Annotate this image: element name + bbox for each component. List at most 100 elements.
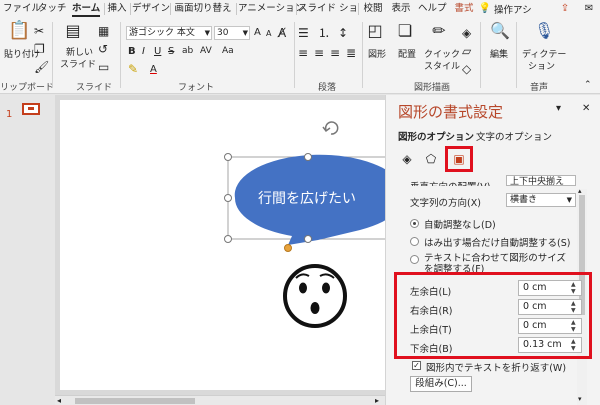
tab-transitions[interactable]: 画面切り替え [172, 2, 234, 16]
callout-text[interactable]: 行間を広げたい [258, 188, 356, 208]
horizontal-scrollbar[interactable]: ◂ ▸ [55, 395, 385, 405]
format-painter-icon[interactable]: 🖌 [34, 60, 49, 74]
size-properties-icon[interactable]: ▣ [450, 151, 468, 167]
vertical-alignment-select[interactable]: 上下中央揃え [506, 175, 576, 186]
shape-effects-icon[interactable]: ◇ [462, 62, 471, 76]
align-center-icon[interactable]: ≡ [314, 46, 324, 60]
arrange-icon[interactable]: ❏ [396, 23, 414, 44]
paragraph-group-label: 段落 [318, 83, 337, 93]
shape-outline-icon[interactable]: ▱ [462, 44, 471, 58]
radio-resize-shape[interactable] [410, 255, 419, 264]
bullets-icon[interactable]: ☰ [298, 26, 309, 40]
line-spacing-icon[interactable]: ↕ [338, 26, 348, 40]
copy-icon[interactable]: ❐ [34, 42, 45, 56]
new-slide-label[interactable]: 新しい [66, 48, 93, 59]
layout-icon[interactable]: ▦ [98, 24, 109, 38]
tab-shape-options[interactable]: 図形のオプション [398, 129, 474, 143]
numbering-icon[interactable]: ⒈ [318, 26, 330, 40]
reset-icon[interactable]: ↺ [98, 42, 108, 56]
dictate-label[interactable]: ディクテー [522, 50, 566, 61]
arrange-button-label[interactable]: 配置 [398, 50, 416, 61]
paste-icon[interactable]: 📋 [8, 22, 30, 46]
quick-styles-label[interactable]: クイック [424, 50, 460, 61]
tab-review[interactable]: 校閲 [362, 2, 384, 16]
tab-format[interactable]: 書式 [452, 2, 476, 16]
tab-insert[interactable]: 挿入 [106, 2, 128, 16]
highlight-icon[interactable]: ✎ [128, 62, 138, 76]
underline-button[interactable]: U [154, 46, 161, 57]
align-right-icon[interactable]: ≡ [330, 46, 340, 60]
clear-format-icon[interactable]: A̸ [278, 26, 286, 40]
tab-file[interactable]: ファイル [3, 2, 41, 16]
columns-button[interactable]: 段組み(C)... [410, 376, 472, 392]
effects-icon[interactable]: ⬠ [422, 151, 440, 167]
microphone-icon[interactable]: 🎙 [534, 23, 554, 44]
new-slide-label-2[interactable]: スライド [60, 60, 96, 71]
right-margin-spinner[interactable]: 0 cm ▲ ▼ [518, 299, 582, 315]
fill-line-icon[interactable]: ◈ [398, 151, 416, 167]
quick-styles-label-2[interactable]: スタイル [424, 62, 460, 73]
shadow-button[interactable]: ab [182, 46, 193, 57]
dictate-label-2[interactable]: ション [528, 62, 555, 73]
collapse-ribbon-icon[interactable]: ⌃ [584, 78, 592, 92]
bottom-margin-spinner[interactable]: 0.13 cm ▲ ▼ [518, 337, 582, 353]
pane-menu-icon[interactable]: ▾ [556, 103, 561, 114]
slide-thumbnail[interactable] [22, 103, 40, 115]
strike-button[interactable]: S [168, 46, 174, 57]
tab-slideshow[interactable]: スライド ショー [298, 2, 356, 16]
cut-icon[interactable]: ✂ [34, 24, 44, 38]
bold-button[interactable]: B [128, 46, 136, 57]
radio-shrink-on-overflow[interactable] [410, 237, 419, 246]
comments-icon[interactable]: ✉ [582, 2, 596, 16]
text-direction-select[interactable]: 横書き ▼ [506, 193, 576, 207]
bottom-margin-value: 0.13 cm [523, 339, 562, 350]
align-left-icon[interactable]: ≡ [298, 46, 308, 60]
tab-home[interactable]: ホーム [72, 2, 100, 17]
font-color-button[interactable]: A [150, 64, 157, 75]
scroll-up-icon[interactable]: ▴ [578, 187, 582, 195]
top-margin-spinner[interactable]: 0 cm ▲ ▼ [518, 318, 582, 334]
slide-canvas[interactable]: 行間を広げたい [60, 100, 385, 390]
shapes-icon[interactable]: ◰ [366, 23, 384, 44]
new-slide-icon[interactable]: ▤ [64, 23, 82, 44]
slide-number: 1 [6, 109, 13, 120]
editing-button-label[interactable]: 編集 [490, 50, 508, 61]
quick-styles-icon[interactable]: ✏ [430, 23, 448, 44]
grow-font-button[interactable]: A [254, 27, 261, 38]
wrap-text-label[interactable]: 図形内でテキストを折り返す(W) [426, 360, 566, 374]
surprised-face-icon [283, 264, 347, 328]
shape-fill-icon[interactable]: ◈ [462, 26, 471, 40]
scrollbar-thumb[interactable] [75, 398, 195, 404]
change-case-button[interactable]: Aa [222, 46, 234, 57]
share-icon[interactable]: ⇪ [558, 2, 572, 16]
font-size-combo[interactable]: 30 ▼ [214, 26, 250, 40]
section-icon[interactable]: ▭ [98, 60, 109, 74]
shapes-button-label[interactable]: 図形 [368, 50, 386, 61]
radio-no-autofit-label[interactable]: 自動調整なし(D) [424, 217, 496, 231]
wrap-text-checkbox[interactable]: ✓ [412, 361, 421, 370]
left-margin-spinner[interactable]: 0 cm ▲ ▼ [518, 280, 582, 296]
scroll-left-icon[interactable]: ◂ [57, 396, 61, 405]
slide-shapes [224, 121, 385, 328]
scroll-right-icon[interactable]: ▸ [375, 396, 379, 405]
radio-no-autofit[interactable] [410, 219, 419, 228]
shrink-font-button[interactable]: A [266, 28, 271, 39]
tab-design[interactable]: デザイン [132, 2, 170, 16]
find-icon[interactable]: 🔍 [490, 23, 510, 44]
radio-shrink-label[interactable]: はみ出す場合だけ自動調整する(S) [424, 235, 570, 249]
tab-touch[interactable]: タッチ [38, 2, 67, 16]
tell-me-search[interactable]: 操作アシ [494, 2, 532, 16]
tab-text-options[interactable]: 文字のオプション [476, 129, 552, 143]
font-size-value: 30 [217, 28, 229, 38]
justify-icon[interactable]: ≣ [346, 46, 356, 60]
italic-button[interactable]: I [142, 46, 145, 57]
tab-animations[interactable]: アニメーション [238, 2, 304, 16]
radio-resize-label[interactable]: テキストに合わせて図形のサイズを調整する(F) [424, 253, 574, 273]
tab-help[interactable]: ヘルプ [418, 2, 447, 16]
tab-view[interactable]: 表示 [390, 2, 412, 16]
font-name-combo[interactable]: 游ゴシック 本文 ▼ [126, 26, 212, 40]
char-spacing-button[interactable]: AV [200, 46, 212, 57]
close-icon[interactable]: ✕ [582, 103, 590, 114]
scroll-down-icon[interactable]: ▾ [578, 395, 582, 403]
right-margin-value: 0 cm [523, 301, 547, 312]
